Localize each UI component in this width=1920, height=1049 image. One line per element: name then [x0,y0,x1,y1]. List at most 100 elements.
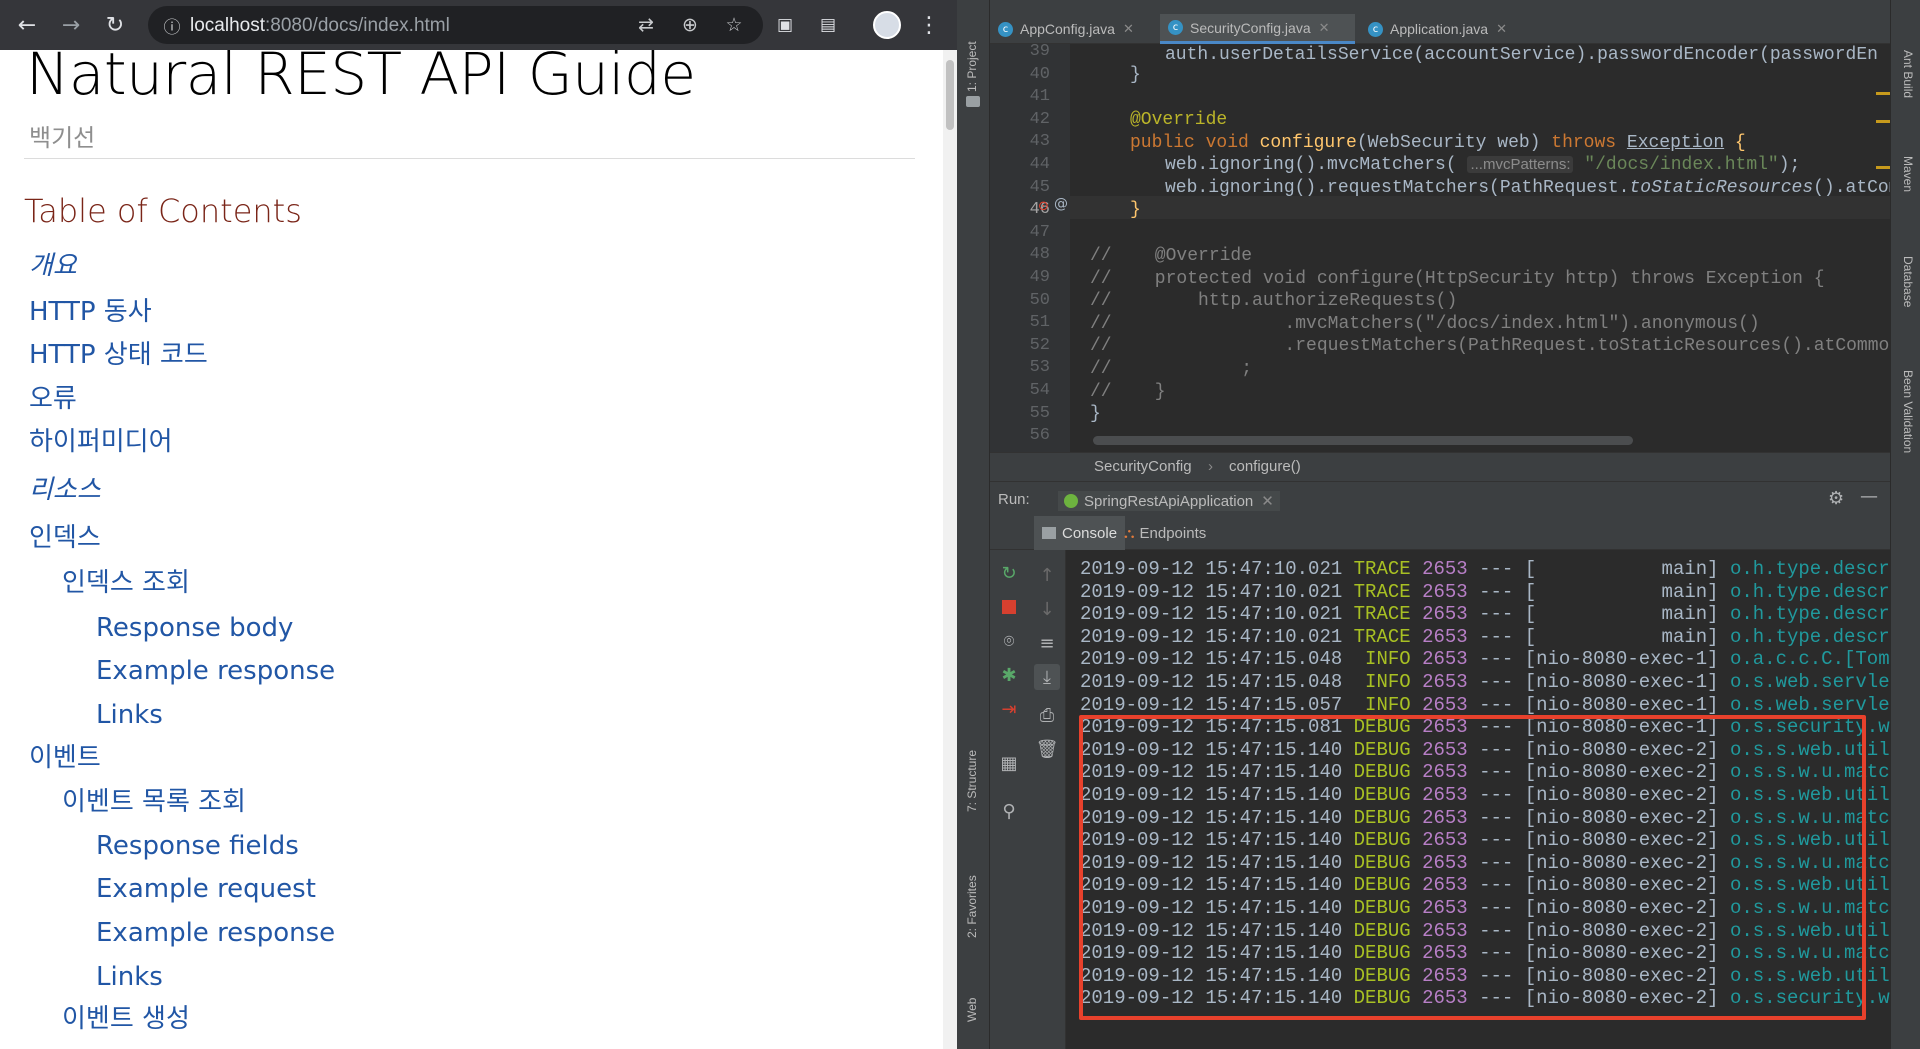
rerun-icon[interactable]: ↻ [996,560,1022,586]
tab-appconfig[interactable]: c AppConfig.java ✕ [990,14,1155,44]
menu-kebab-icon[interactable]: ⋮ [912,8,946,42]
log-separator: --- [1479,603,1514,626]
log-level: INFO [1353,671,1411,693]
line-number: 51 [1029,313,1050,333]
code-editor[interactable]: 39 40 41 42 43 44 45 46 47 48 49 50 51 52 53 54 55 56 ⊙ @… [990,44,1890,452]
tool-maven[interactable]: Maven [1901,156,1915,192]
log-level: INFO [1353,693,1411,716]
log-pid: 2653 [1422,603,1468,626]
scrollbar-thumb[interactable] [946,60,954,130]
info-icon[interactable]: ⓘ [158,11,186,39]
code-line-53: // ; [1090,359,1253,379]
log-timestamp: 2019-09-12 15:47:10.021 [1080,603,1343,626]
toc-link[interactable]: Response body [96,613,293,643]
toc-link[interactable]: Links [96,962,163,992]
toc-link[interactable]: HTTP 상태 코드 [29,340,208,370]
code-line-45: web.ignoring().requestMatchers(PathReque… [1165,178,1890,198]
zoom-icon[interactable]: ⊕ [676,11,704,39]
toc-link[interactable]: 인덱스 조회 [62,568,190,598]
run-config-tab[interactable]: SpringRestApiApplication ✕ [1058,491,1280,511]
url-text[interactable]: localhost:8080/docs/index.html [190,15,450,37]
log-pid: 2653 [1422,671,1468,693]
line-number: 54 [1029,381,1050,400]
toc-link[interactable]: Example response [96,656,335,686]
chevron-right-icon: › [1208,458,1213,475]
translate-icon[interactable]: ⇄ [632,11,660,39]
toc-link[interactable]: 이벤트 생성 [62,1004,190,1034]
line-number: 40 [1029,64,1050,84]
code-line-49: // protected void configure(HttpSecurity… [1090,269,1825,289]
pin-icon[interactable]: ⚲ [996,798,1022,824]
camera-icon[interactable]: ⌾ [996,628,1022,654]
log-pid: 2653 [1422,648,1468,671]
horizontal-scrollbar[interactable] [1093,436,1633,445]
extension-icon[interactable]: ▣ [768,8,802,42]
exit-icon[interactable]: ⇥ [996,696,1022,722]
tool-database[interactable]: Database [1901,256,1915,307]
bug-icon[interactable]: ✱ [996,662,1022,688]
vertical-scrollbar[interactable] [943,50,957,1049]
minimize-icon[interactable]: — [1860,486,1878,507]
tool-project[interactable]: 1: Project [965,41,979,92]
spring-leaf-icon [1064,494,1078,508]
toc-link[interactable]: 인덱스 [29,523,101,553]
log-thread: [ main] [1524,625,1719,648]
log-level: TRACE [1353,625,1411,648]
toc-link[interactable]: 오류 [29,384,77,414]
layout-icon[interactable]: ▦ [996,750,1022,776]
toc-link[interactable]: 이벤트 [29,743,101,773]
up-arrow-icon[interactable]: ↑ [1034,562,1060,588]
bookmark-star-icon[interactable]: ☆ [720,11,748,39]
close-icon[interactable]: ✕ [1123,21,1134,37]
print-icon[interactable]: ⎙ [1034,702,1060,728]
tab-securityconfig[interactable]: c SecurityConfig.java ✕ [1160,14,1355,44]
toc-link[interactable]: 개요 [29,251,77,281]
line-number: 42 [1029,109,1050,129]
back-arrow-icon[interactable]: ← [10,8,44,42]
log-separator: --- [1479,693,1514,716]
error-stripe-marker [1876,120,1890,123]
toc-link[interactable]: 리소스 [29,475,101,505]
stop-icon[interactable] [996,594,1022,620]
down-arrow-icon[interactable]: ↓ [1034,596,1060,622]
breadcrumb-method[interactable]: configure() [1229,458,1301,475]
gear-icon[interactable]: ⚙ [1828,488,1844,509]
forward-arrow-icon[interactable]: → [54,8,88,42]
toc-link[interactable]: 하이퍼미디어 [29,427,173,457]
tool-favorites[interactable]: 2: Favorites [965,875,979,938]
log-separator: --- [1479,671,1514,693]
tool-bean-validation[interactable]: Bean Validation [1901,370,1915,453]
tab-endpoints[interactable]: ⛬ Endpoints [1124,516,1206,550]
trash-icon[interactable]: 🗑 [1034,736,1060,762]
tool-web[interactable]: Web [965,998,979,1022]
line-number: 53 [1029,358,1050,378]
code-line-51: // .mvcMatchers("/docs/index.html").anon… [1090,314,1760,334]
soft-wrap-icon[interactable]: ≡ [1034,630,1060,656]
tool-ant-build[interactable]: Ant Build [1901,50,1915,98]
run-toolbar: Run: SpringRestApiApplication ✕ ⚙ — [990,482,1890,516]
toc-link[interactable]: 이벤트 목록 조회 [62,787,246,817]
log-pid: 2653 [1422,558,1468,580]
breadcrumb-class[interactable]: SecurityConfig [1094,458,1192,475]
profile-avatar[interactable] [870,8,904,42]
close-icon[interactable]: ✕ [1319,20,1330,36]
tab-console[interactable]: Console [1034,516,1126,550]
toc-link[interactable]: Links [96,700,163,730]
toc-link[interactable]: Example response [96,918,335,948]
tool-structure[interactable]: 7: Structure [965,750,979,812]
log-thread: [ main] [1524,603,1719,626]
right-tool-strip: Ant Build Maven Database Bean Validation [1890,0,1920,1049]
toc-link[interactable]: Response fields [96,831,299,861]
close-icon[interactable]: ✕ [1496,21,1507,37]
toc-title: Table of Contents [24,192,302,230]
line-number: 52 [1029,335,1050,355]
scroll-to-end-icon[interactable]: ⤓ [1034,664,1060,690]
tab-application[interactable]: c Application.java ✕ [1360,14,1525,44]
address-bar[interactable]: ⓘ localhost:8080/docs/index.html ⇄ ⊕ ☆ [148,6,763,44]
extension-icon[interactable]: ▤ [811,8,845,42]
line-number: 55 [1029,403,1050,423]
toc-link[interactable]: HTTP 동사 [29,297,152,327]
close-icon[interactable]: ✕ [1261,492,1274,510]
toc-link[interactable]: Example request [96,874,316,904]
reload-icon[interactable]: ↻ [98,8,132,42]
